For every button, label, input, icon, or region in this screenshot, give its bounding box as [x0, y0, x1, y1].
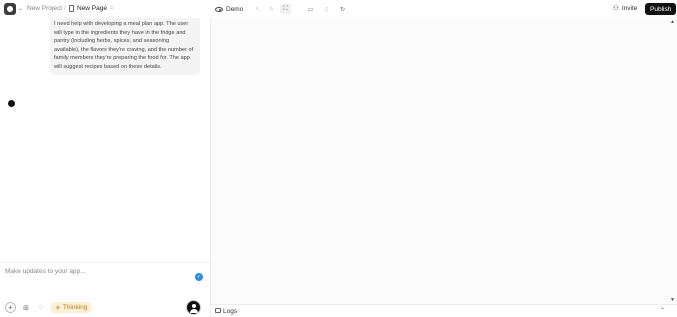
prompt-area: ✓ + ⊞ ◌ ☀ Thinking: [0, 262, 210, 317]
terminal-icon: [215, 308, 221, 313]
publish-button[interactable]: Publish: [645, 3, 677, 15]
chat-bubble-icon[interactable]: ◌: [36, 303, 46, 313]
desktop-icon[interactable]: ▭: [305, 4, 316, 14]
prompt-input[interactable]: [5, 268, 185, 275]
breadcrumb-page[interactable]: New Page: [77, 5, 107, 12]
scroll-down-icon[interactable]: ▼: [670, 297, 675, 303]
avatar[interactable]: [186, 300, 201, 315]
refresh-icon[interactable]: ↻: [337, 4, 348, 14]
page-icon: [69, 5, 74, 12]
people-icon: ⚇: [613, 5, 619, 12]
add-button[interactable]: +: [5, 302, 16, 313]
pen-icon[interactable]: ✎: [266, 4, 277, 14]
loading-indicator: [8, 100, 15, 107]
preview-panel: ▲ ▼: [210, 18, 677, 304]
thinking-toggle[interactable]: ☀ Thinking: [51, 302, 92, 313]
eye-icon: [215, 6, 223, 12]
mobile-icon[interactable]: ▯: [321, 4, 332, 14]
breadcrumb-project[interactable]: New Project: [27, 5, 62, 12]
chevron-down-icon[interactable]: ⌄: [18, 5, 23, 12]
edit-toolbar: ↖ ✎ ⛶: [252, 4, 291, 14]
breadcrumb-separator: /: [64, 5, 66, 12]
device-toolbar: ▭ ▯ ↻: [305, 4, 348, 14]
cursor-icon[interactable]: ↖: [252, 4, 263, 14]
fullscreen-icon[interactable]: ⛶: [280, 4, 291, 14]
invite-label: Invite: [621, 4, 638, 12]
thinking-label: Thinking: [62, 304, 88, 311]
page-home-icon[interactable]: ⌂: [110, 5, 114, 11]
app-logo[interactable]: [4, 3, 16, 15]
user-message: I need help with developing a meal plan …: [50, 18, 200, 75]
image-icon[interactable]: ⊞: [21, 303, 31, 313]
demo-label: Demo: [226, 5, 244, 13]
logs-label: Logs: [223, 307, 238, 315]
chevron-up-icon[interactable]: ⌃: [660, 307, 665, 314]
prompt-tools: + ⊞ ◌ ☀ Thinking: [5, 302, 92, 313]
demo-button[interactable]: Demo: [215, 4, 243, 14]
logs-bar[interactable]: Logs ⌃: [210, 304, 677, 317]
top-bar: ⌄ New Project / New Page ⌂ Demo ↖ ✎ ⛶ ▭ …: [0, 0, 677, 18]
invite-button[interactable]: ⚇ Invite: [613, 4, 638, 13]
check-icon: ✓: [195, 273, 203, 281]
scroll-up-icon[interactable]: ▲: [670, 19, 675, 25]
lightbulb-icon: ☀: [55, 304, 61, 312]
